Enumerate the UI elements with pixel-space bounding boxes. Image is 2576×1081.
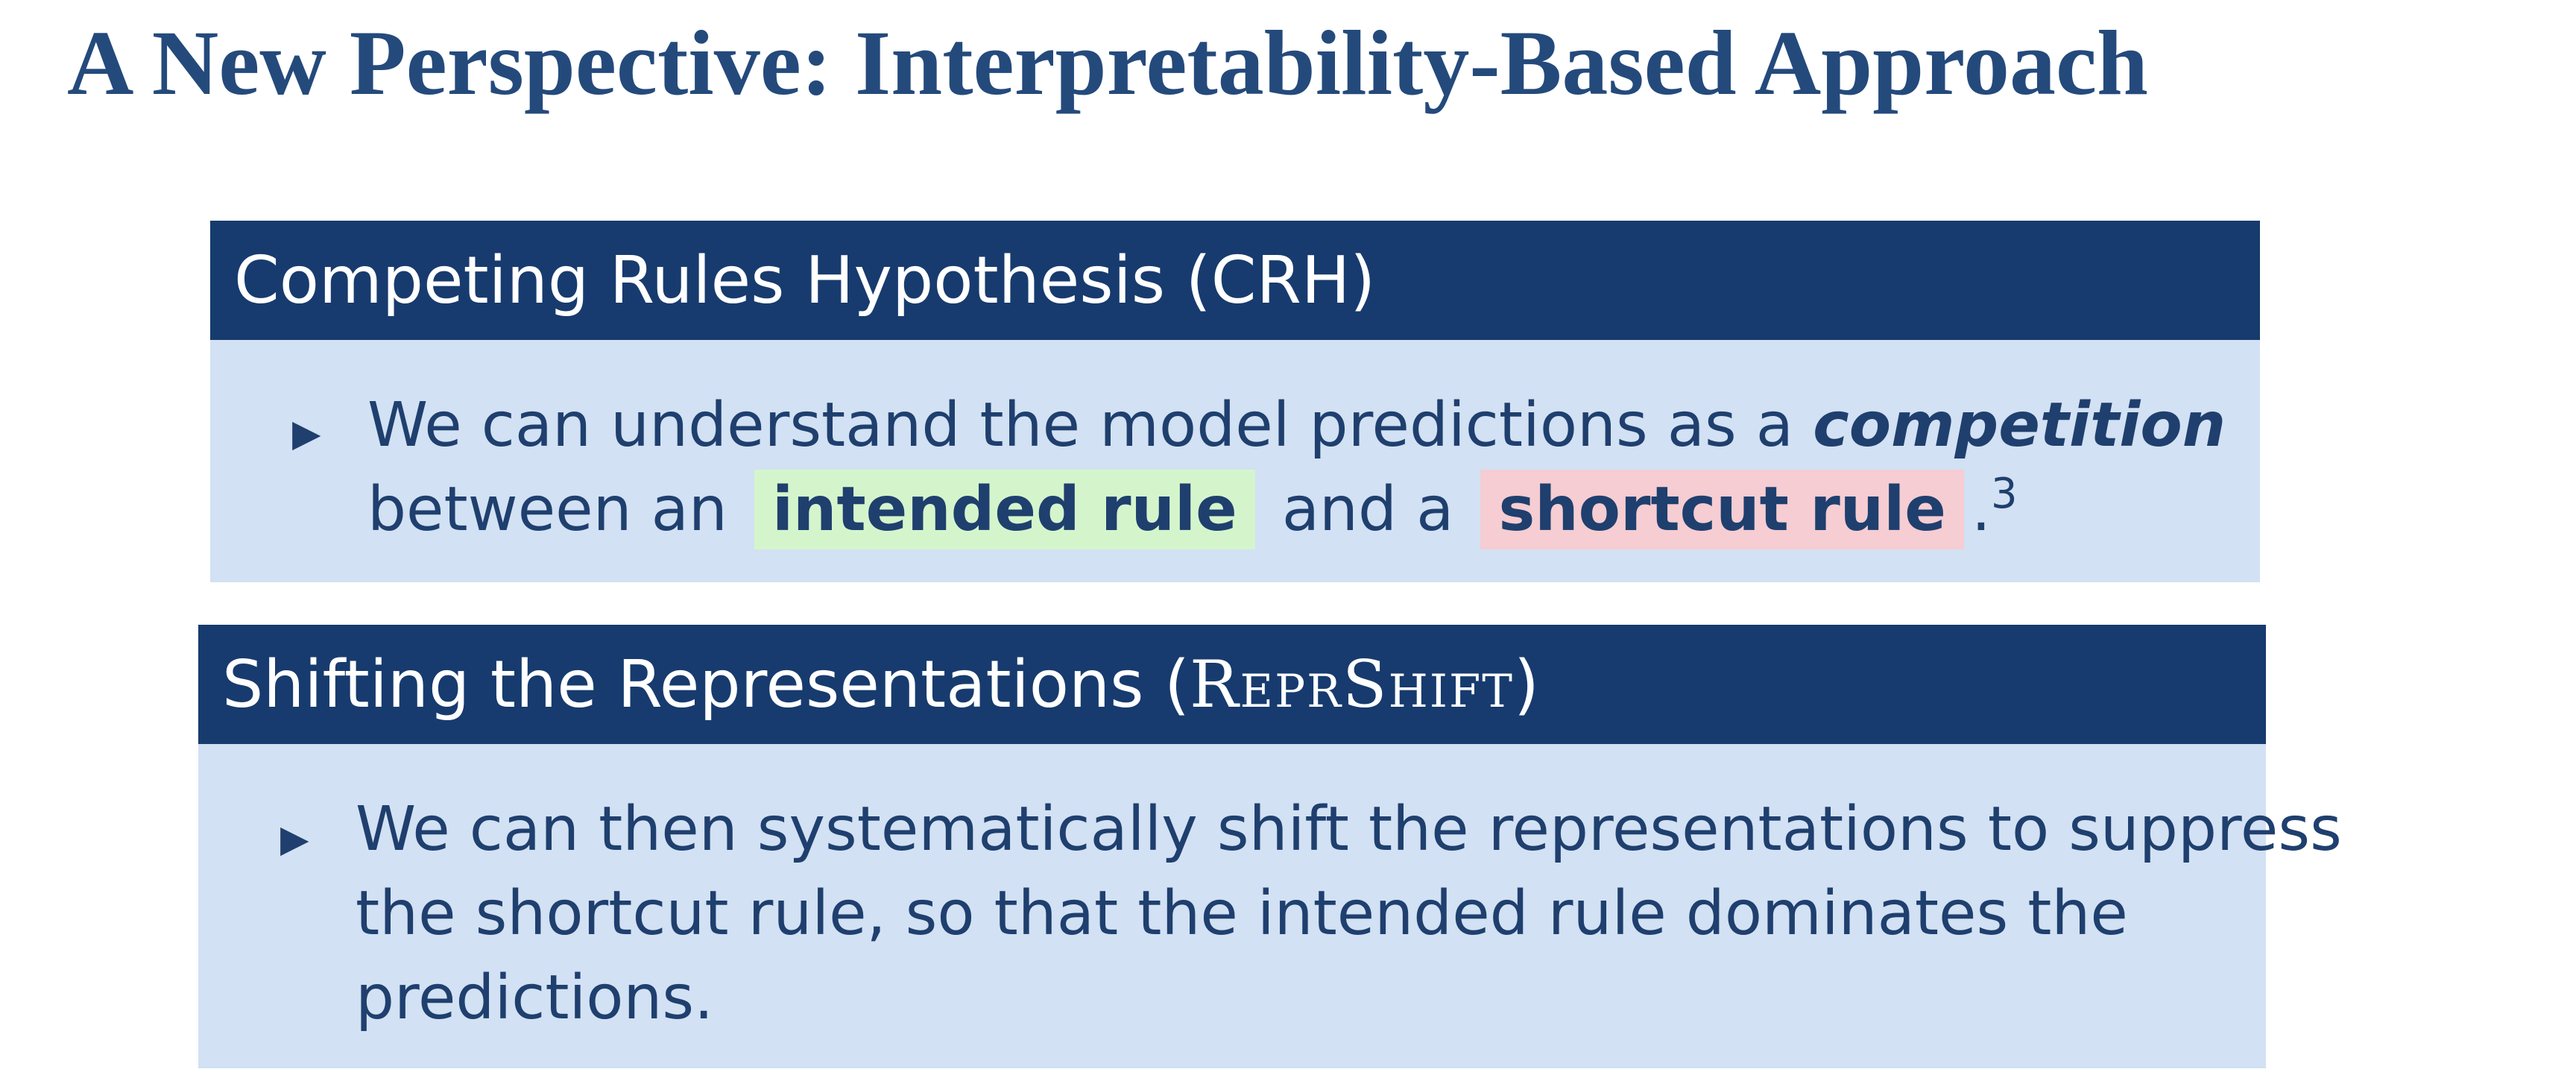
reprshift-block-body: ▶ We can then systematically shift the r… xyxy=(198,744,2342,1068)
reprshift-method-name: ReprShift xyxy=(1190,646,1514,722)
footnote-mark: 3 xyxy=(1991,470,2018,518)
competition-emphasis: competition xyxy=(1813,390,2226,461)
shortcut-rule-highlight: shortcut rule xyxy=(1480,470,1964,549)
crh-line2-prefix: between an xyxy=(367,474,727,545)
triangle-right-icon: ▶ xyxy=(292,412,321,455)
crh-block-body: ▶ We can understand the model prediction… xyxy=(210,340,2260,582)
reprshift-bullet-line-2: the shortcut rule, so that the intended … xyxy=(356,878,2128,949)
crh-block: Competing Rules Hypothesis (CRH) ▶ We ca… xyxy=(210,221,2260,582)
slide-title: A New Perspective: Interpretability-Base… xyxy=(67,12,2148,114)
reprshift-header-suffix: ) xyxy=(1513,646,1539,722)
crh-block-header: Competing Rules Hypothesis (CRH) xyxy=(210,221,2260,340)
crh-bullet-line-1: We can understand the model predictions … xyxy=(367,383,2260,467)
crh-line1-text: We can understand the model predictions … xyxy=(367,390,1794,461)
crh-line2-middle: and a xyxy=(1281,474,1454,545)
triangle-right-icon: ▶ xyxy=(280,817,309,860)
reprshift-block-header: Shifting the Representations (ReprShift) xyxy=(198,625,2266,744)
reprshift-header-prefix: Shifting the Representations ( xyxy=(222,646,1190,722)
reprshift-block: Shifting the Representations (ReprShift)… xyxy=(198,625,2342,1068)
crh-bullet-line-2: between an intended rule and a shortcut … xyxy=(367,467,2260,552)
reprshift-bullet-line-1: We can then systematically shift the rep… xyxy=(356,794,2342,865)
crh-line2-suffix: . xyxy=(1971,474,1991,545)
intended-rule-highlight: intended rule xyxy=(754,470,1255,549)
reprshift-bullet-line-3: predictions. xyxy=(356,962,714,1033)
